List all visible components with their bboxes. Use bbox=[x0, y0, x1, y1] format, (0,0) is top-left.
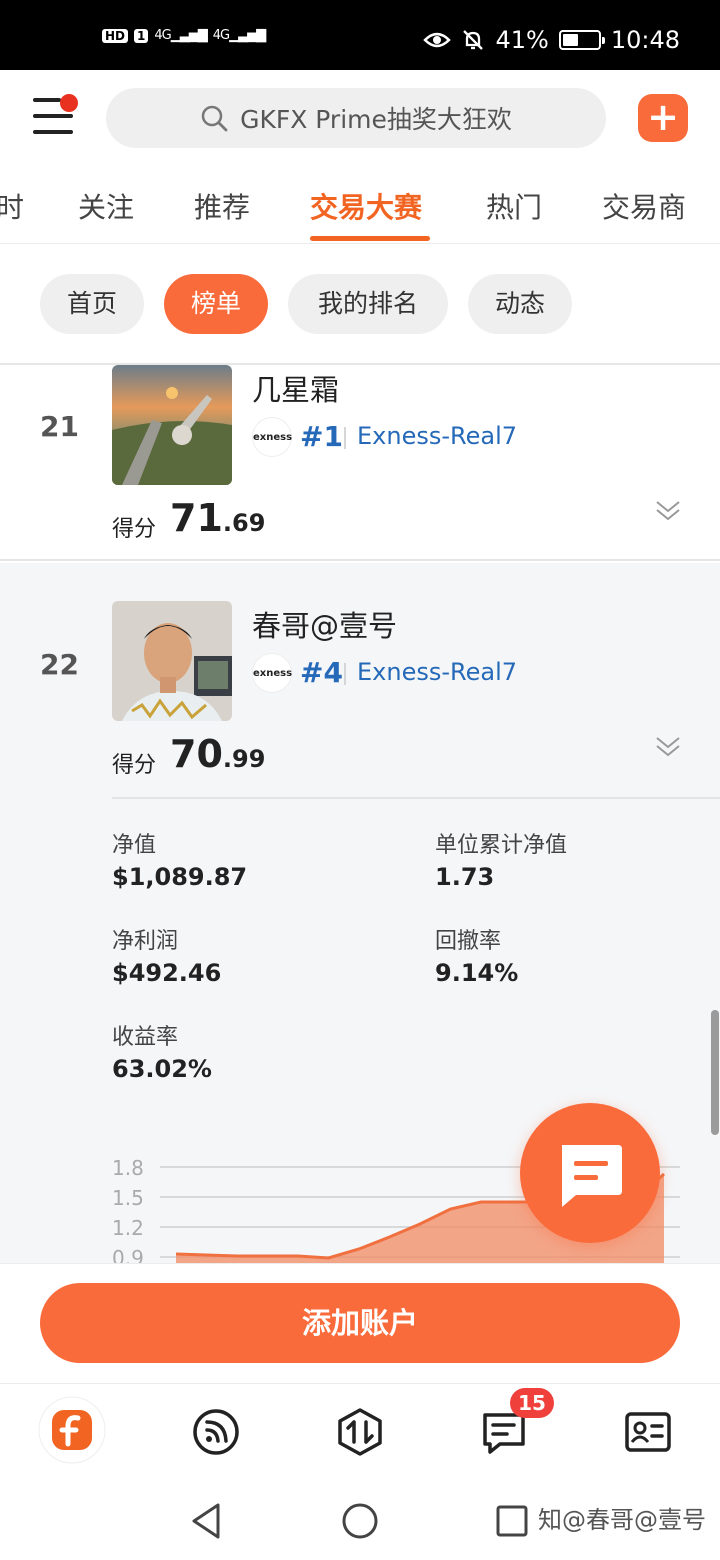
status-right: 41% 10:48 bbox=[423, 26, 680, 54]
score-value: 70.99 bbox=[170, 732, 266, 776]
scrollbar[interactable] bbox=[711, 1010, 719, 1135]
subtab-my-rank[interactable]: 我的排名 bbox=[288, 274, 448, 334]
home-circle-icon[interactable] bbox=[340, 1501, 380, 1541]
y-tick-label: 0.9 bbox=[112, 1246, 144, 1263]
score-label: 得分 bbox=[112, 517, 157, 542]
hd-badge: HD bbox=[102, 28, 129, 43]
tab-partial[interactable]: 时 bbox=[0, 186, 24, 226]
broker-rank: #4 bbox=[300, 656, 343, 689]
home-logo-icon[interactable] bbox=[38, 1396, 106, 1464]
notification-dot bbox=[60, 94, 78, 112]
unit-nav-value: 1.73 bbox=[435, 863, 495, 891]
drawdown-value: 9.14% bbox=[435, 959, 519, 987]
net-profit-value: $492.46 bbox=[112, 959, 222, 987]
signal-icon: 4G▁▃▅▇ bbox=[154, 28, 207, 43]
rank-number: 22 bbox=[40, 648, 79, 681]
trade-icon[interactable] bbox=[334, 1406, 386, 1458]
bottom-nav bbox=[0, 1383, 720, 1479]
broker-logo: exness bbox=[252, 653, 292, 693]
clock: 10:48 bbox=[610, 26, 680, 54]
tab-hot[interactable]: 热门 bbox=[486, 186, 542, 226]
score-value: 71.69 bbox=[170, 496, 266, 540]
drawdown-label: 回撤率 bbox=[435, 929, 502, 954]
y-tick-label: 1.5 bbox=[112, 1186, 144, 1210]
active-tab-indicator bbox=[310, 236, 430, 241]
avatar[interactable] bbox=[112, 365, 232, 485]
account-name[interactable]: Exness-Real7 bbox=[357, 422, 517, 450]
separator bbox=[344, 427, 346, 449]
net-profit-label: 净利润 bbox=[112, 929, 179, 954]
messages-badge: 15 bbox=[510, 1388, 554, 1418]
mute-bell-icon bbox=[463, 30, 484, 50]
chat-fab[interactable] bbox=[520, 1103, 660, 1243]
tab-brokers[interactable]: 交易商 bbox=[602, 186, 686, 226]
eye-icon bbox=[423, 32, 452, 48]
net-value: $1,089.87 bbox=[112, 863, 248, 891]
score-label: 得分 bbox=[112, 753, 157, 778]
sim-badge: 1 bbox=[134, 28, 149, 43]
top-tabs: 时 关注 推荐 交易大赛 热门 交易商 bbox=[0, 168, 720, 244]
y-tick-label: 1.2 bbox=[112, 1216, 144, 1240]
feed-icon[interactable] bbox=[190, 1406, 242, 1458]
subtab-activity[interactable]: 动态 bbox=[468, 274, 572, 334]
profile-card-icon[interactable] bbox=[622, 1406, 674, 1458]
battery-icon bbox=[558, 30, 605, 50]
y-tick-label: 1.8 bbox=[112, 1156, 144, 1180]
user-name[interactable]: 春哥@壹号 bbox=[252, 603, 397, 645]
net-value-label: 净值 bbox=[112, 833, 157, 858]
chevron-down-icon[interactable] bbox=[654, 733, 682, 761]
back-icon[interactable] bbox=[188, 1501, 224, 1541]
subtab-home[interactable]: 首页 bbox=[40, 274, 144, 334]
status-bar: HD 1 4G▁▃▅▇ 4G▁▃▅▇ 41% 10:48 bbox=[0, 0, 720, 70]
ranking-row[interactable]: 21 几星霜 exness #1 Exness-Real7 得分 71.69 bbox=[0, 365, 720, 561]
user-name[interactable]: 几星霜 bbox=[252, 367, 339, 409]
status-left: HD 1 4G▁▃▅▇ 4G▁▃▅▇ bbox=[102, 28, 266, 43]
divider bbox=[112, 797, 720, 799]
add-account-button[interactable]: 添加账户 bbox=[40, 1283, 680, 1363]
watermark: 知@春哥@壹号 bbox=[538, 1506, 706, 1534]
avatar[interactable] bbox=[112, 601, 232, 721]
chevron-down-icon[interactable] bbox=[654, 497, 682, 525]
separator bbox=[344, 663, 346, 685]
return-label: 收益率 bbox=[112, 1025, 179, 1050]
unit-nav-label: 单位累计净值 bbox=[435, 833, 568, 858]
tab-recommend[interactable]: 推荐 bbox=[194, 186, 250, 226]
tab-follow[interactable]: 关注 bbox=[78, 186, 134, 226]
subtab-ranking[interactable]: 榜单 bbox=[164, 274, 268, 334]
battery-percent: 41% bbox=[495, 26, 549, 54]
tab-trading-contest[interactable]: 交易大赛 bbox=[310, 186, 422, 226]
search-icon bbox=[201, 105, 228, 132]
recents-icon[interactable] bbox=[494, 1503, 530, 1539]
add-button[interactable]: + bbox=[638, 94, 688, 142]
signal-icon-2: 4G▁▃▅▇ bbox=[212, 28, 266, 43]
message-icon bbox=[562, 1145, 622, 1207]
search-placeholder: GKFX Prime抽奖大狂欢 bbox=[240, 105, 512, 134]
return-value: 63.02% bbox=[112, 1055, 212, 1083]
account-name[interactable]: Exness-Real7 bbox=[357, 658, 517, 686]
search-bar[interactable]: GKFX Prime抽奖大狂欢 bbox=[106, 88, 606, 148]
broker-logo: exness bbox=[252, 417, 292, 457]
rank-number: 21 bbox=[40, 410, 79, 443]
broker-rank: #1 bbox=[300, 420, 343, 453]
